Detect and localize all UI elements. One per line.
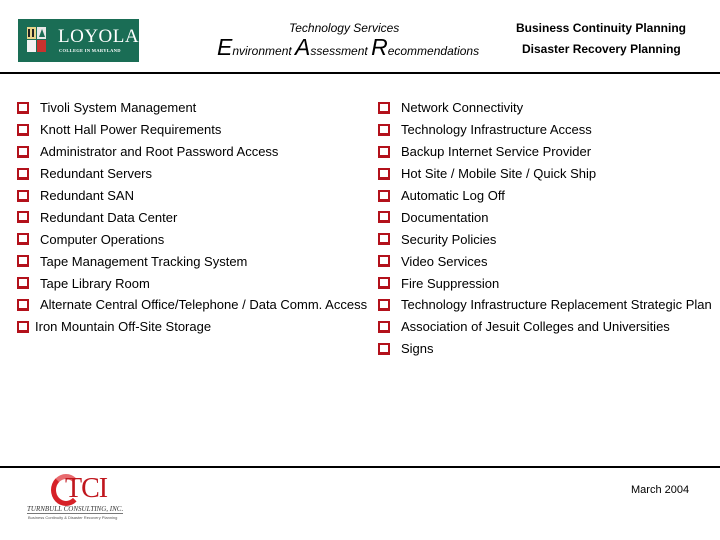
checkbox-square-icon bbox=[17, 145, 29, 158]
checkbox-square-icon bbox=[378, 298, 390, 311]
list-item-label: Association of Jesuit Colleges and Unive… bbox=[401, 319, 670, 335]
list-item: Backup Internet Service Provider bbox=[378, 141, 712, 163]
checkbox-square-icon bbox=[378, 101, 390, 114]
list-item-label: Alternate Central Office/Telephone / Dat… bbox=[40, 297, 368, 313]
checkbox-square-icon bbox=[378, 320, 390, 333]
list-item: Hot Site / Mobile Site / Quick Ship bbox=[378, 163, 712, 185]
checkbox-square-icon bbox=[17, 101, 29, 114]
checkbox-square-icon bbox=[378, 211, 390, 224]
list-item-label: Technology Infrastructure Replacement St… bbox=[401, 297, 712, 313]
list-item: Network Connectivity bbox=[378, 97, 712, 119]
list-item: Alternate Central Office/Telephone / Dat… bbox=[17, 294, 367, 316]
list-item: Technology Infrastructure Replacement St… bbox=[378, 294, 712, 316]
list-item-label: Tape Management Tracking System bbox=[40, 253, 248, 269]
title-initial-e: E bbox=[217, 34, 233, 60]
list-item: Security Policies bbox=[378, 228, 712, 250]
list-item-label: Redundant Servers bbox=[40, 166, 153, 182]
list-item: Computer Operations bbox=[17, 228, 367, 250]
list-item-label: Automatic Log Off bbox=[401, 188, 505, 203]
checkbox-square-icon bbox=[17, 167, 29, 180]
page-title: Environment Assessment Recommendations bbox=[217, 34, 480, 60]
list-item-label: Fire Suppression bbox=[401, 275, 500, 291]
list-item: Redundant SAN bbox=[17, 185, 367, 207]
checkbox-square-icon bbox=[17, 123, 29, 136]
tci-logo: TCI TURNBULL CONSULTING, INC. Business C… bbox=[25, 474, 137, 520]
department-title: Technology Services bbox=[289, 21, 400, 35]
header-divider bbox=[0, 72, 720, 74]
checkbox-square-icon bbox=[17, 277, 29, 290]
list-item-label: Knott Hall Power Requirements bbox=[40, 122, 222, 138]
list-item: Fire Suppression bbox=[378, 272, 712, 294]
list-item-label: Documentation bbox=[401, 209, 489, 225]
list-item: Redundant Servers bbox=[17, 163, 367, 185]
tci-company-name: TURNBULL CONSULTING, INC. bbox=[27, 505, 124, 514]
list-item: Documentation bbox=[378, 206, 712, 228]
checkbox-square-icon bbox=[378, 342, 390, 355]
list-item-label: Signs bbox=[401, 341, 434, 357]
loyola-logo: LOYOLA COLLEGE IN MARYLAND bbox=[18, 19, 139, 62]
tci-mark: TCI bbox=[65, 473, 108, 504]
left-bullet-list: Tivoli System Management Knott Hall Powe… bbox=[17, 97, 367, 338]
crest-icon bbox=[27, 27, 46, 54]
list-item-label: Backup Internet Service Provider bbox=[401, 144, 592, 160]
title-rest-2: ssessment bbox=[310, 44, 372, 58]
checkbox-square-icon bbox=[378, 233, 390, 246]
checkbox-square-icon bbox=[378, 167, 390, 180]
list-item: Technology Infrastructure Access bbox=[378, 119, 712, 141]
list-item-label: Video Services bbox=[401, 253, 488, 269]
checkbox-square-icon bbox=[378, 123, 390, 136]
title-initial-a: A bbox=[295, 34, 311, 60]
title-rest-1: nvironment bbox=[232, 44, 296, 58]
logo-subtitle: COLLEGE IN MARYLAND bbox=[59, 48, 121, 53]
list-item-label: Tape Library Room bbox=[40, 275, 150, 291]
list-item: Tape Library Room bbox=[17, 272, 367, 294]
list-item: Video Services bbox=[378, 250, 712, 272]
list-item-label: Hot Site / Mobile Site / Quick Ship bbox=[401, 166, 597, 182]
list-item: Tape Management Tracking System bbox=[17, 250, 367, 272]
checkbox-square-icon bbox=[17, 233, 29, 246]
list-item-label: Redundant SAN bbox=[40, 188, 134, 203]
logo-name: LOYOLA bbox=[58, 26, 140, 47]
disaster-recovery-heading: Disaster Recovery Planning bbox=[522, 42, 681, 56]
list-item: Tivoli System Management bbox=[17, 97, 367, 119]
list-item-label: Iron Mountain Off-Site Storage bbox=[35, 319, 212, 335]
list-item-label: Network Connectivity bbox=[401, 100, 524, 116]
tci-tagline: Business Continuity & Disaster Recovery … bbox=[28, 515, 118, 520]
footer-date: March 2004 bbox=[631, 484, 690, 496]
list-item: Iron Mountain Off-Site Storage bbox=[17, 316, 367, 338]
list-item-label: Computer Operations bbox=[40, 231, 165, 247]
checkbox-square-icon bbox=[17, 255, 29, 268]
title-initial-r: R bbox=[371, 34, 388, 60]
list-item-label: Tivoli System Management bbox=[40, 100, 197, 116]
list-item-label: Administrator and Root Password Access bbox=[40, 144, 279, 160]
list-item: Association of Jesuit Colleges and Unive… bbox=[378, 316, 712, 338]
checkbox-square-icon bbox=[17, 211, 29, 224]
list-item: Signs bbox=[378, 338, 712, 360]
list-item: Administrator and Root Password Access bbox=[17, 141, 367, 163]
checkbox-square-icon bbox=[378, 277, 390, 290]
business-continuity-heading: Business Continuity Planning bbox=[516, 21, 687, 35]
checkbox-square-icon bbox=[378, 145, 390, 158]
list-item: Redundant Data Center bbox=[17, 206, 367, 228]
list-item-label: Redundant Data Center bbox=[40, 209, 178, 225]
checkbox-square-icon bbox=[378, 189, 390, 202]
checkbox-square-icon bbox=[17, 320, 29, 333]
checkbox-square-icon bbox=[378, 255, 390, 268]
footer-divider bbox=[0, 466, 720, 468]
checkbox-square-icon bbox=[17, 298, 29, 311]
checkbox-square-icon bbox=[17, 189, 29, 202]
right-bullet-list: Network Connectivity Technology Infrastr… bbox=[378, 97, 712, 360]
list-item: Knott Hall Power Requirements bbox=[17, 119, 367, 141]
title-rest-3: ecommendations bbox=[387, 44, 480, 58]
list-item-label: Technology Infrastructure Access bbox=[401, 122, 592, 138]
list-item: Automatic Log Off bbox=[378, 185, 712, 207]
list-item-label: Security Policies bbox=[401, 231, 497, 247]
